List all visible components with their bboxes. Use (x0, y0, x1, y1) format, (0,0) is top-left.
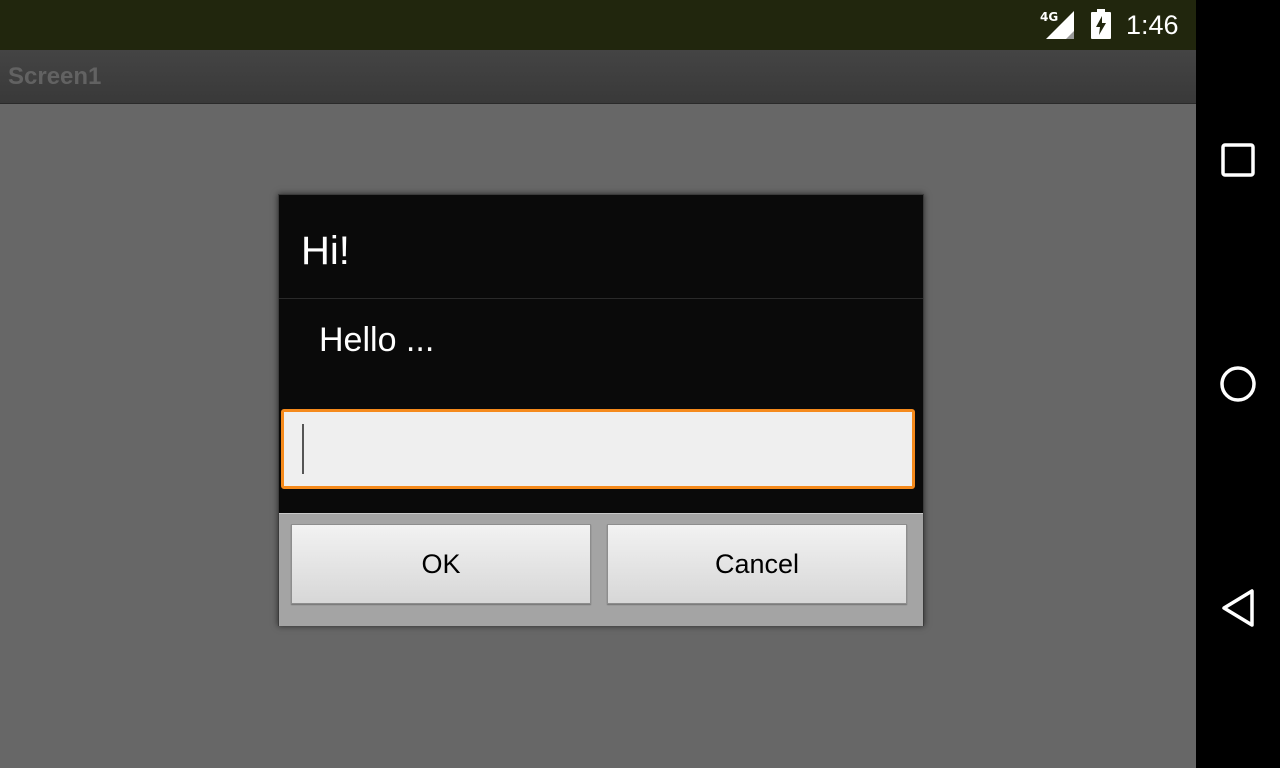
back-icon (1222, 589, 1254, 627)
recents-button[interactable] (1196, 118, 1280, 202)
home-icon (1220, 366, 1256, 402)
status-bar: 4G 1:46 (0, 0, 1196, 50)
app-title-bar: Screen1 (0, 50, 1196, 104)
home-button[interactable] (1196, 342, 1280, 426)
ok-button[interactable]: OK (291, 524, 591, 604)
input-dialog: Hi! Hello ... OK Cancel (278, 194, 924, 626)
dialog-button-bar: OK Cancel (279, 513, 923, 626)
recents-icon (1221, 143, 1255, 177)
text-cursor (302, 424, 304, 474)
text-input-field[interactable] (281, 409, 915, 489)
cancel-button[interactable]: Cancel (607, 524, 907, 604)
signal-icon (1046, 11, 1074, 39)
back-button[interactable] (1196, 566, 1280, 650)
dialog-divider (279, 298, 923, 299)
screen-title: Screen1 (8, 63, 102, 90)
navigation-bar (1196, 0, 1280, 768)
battery-charging-icon (1091, 9, 1111, 39)
clock: 1:46 (1126, 10, 1179, 40)
dialog-message: Hello ... (319, 321, 435, 359)
app-screen: 4G 1:46 Screen1 Hi! Hello ... OK Cancel (0, 0, 1196, 768)
dialog-title: Hi! (301, 229, 350, 273)
